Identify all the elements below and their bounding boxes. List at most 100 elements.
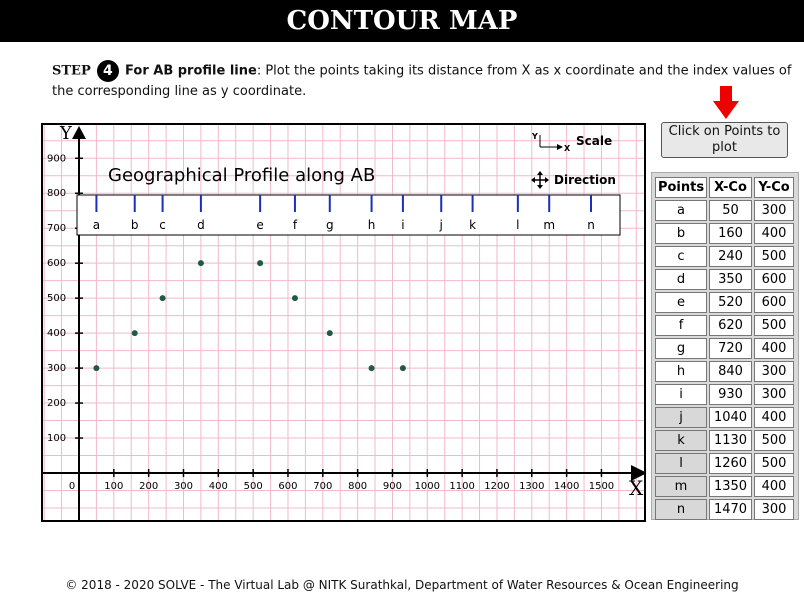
x-tick-label: 700 (313, 481, 332, 492)
y-coordinate-cell: 500 (754, 315, 794, 336)
point-label-cell[interactable]: j (655, 407, 707, 428)
plot-points-button[interactable]: Click on Points to plot (661, 122, 788, 158)
point-label-cell[interactable]: e (655, 292, 707, 313)
point-label-cell[interactable]: c (655, 246, 707, 267)
x-tick-label: 900 (383, 481, 402, 492)
profile-line-label: d (197, 218, 205, 232)
x-tick-label: 1100 (449, 481, 474, 492)
column-header-x: X-Co (709, 177, 752, 198)
x-tick-label: 400 (209, 481, 228, 492)
plotted-point[interactable] (326, 330, 333, 337)
plotted-point[interactable] (197, 260, 204, 267)
x-coordinate-cell: 1470 (709, 499, 752, 520)
y-coordinate-cell: 400 (754, 223, 794, 244)
instruction-text: STEP 4 For AB profile line: Plot the poi… (52, 60, 797, 102)
profile-line-label: l (516, 218, 519, 232)
y-coordinate-cell: 500 (754, 453, 794, 474)
profile-line-label: a (93, 218, 100, 232)
table-row: j 1040 400 (655, 407, 794, 428)
scale-x-letter: X (564, 144, 571, 153)
x-tick-label: 100 (104, 481, 123, 492)
x-coordinate-cell: 930 (709, 384, 752, 405)
x-coordinate-cell: 620 (709, 315, 752, 336)
y-tick-label: 300 (47, 363, 66, 374)
y-coordinate-cell: 600 (754, 292, 794, 313)
profile-plot-canvas[interactable]: X Y 0 100 200 300 400 500 600 700 800 900 1000 1100 12… (43, 125, 644, 520)
profile-line-label: m (543, 218, 555, 232)
table-row: b 160 400 (655, 223, 794, 244)
x-tick-label: 200 (139, 481, 158, 492)
scale-arrow-icon (557, 144, 563, 150)
y-coordinate-cell: 300 (754, 499, 794, 520)
x-coordinate-cell: 240 (709, 246, 752, 267)
column-header-y: Y-Co (754, 177, 794, 198)
x-coordinate-cell: 1130 (709, 430, 752, 451)
point-label-cell[interactable]: a (655, 200, 707, 221)
point-label-cell[interactable]: f (655, 315, 707, 336)
point-label-cell[interactable]: i (655, 384, 707, 405)
table-row: c 240 500 (655, 246, 794, 267)
y-tick-label: 500 (47, 293, 66, 304)
x-coordinate-cell: 50 (709, 200, 752, 221)
profile-plot[interactable]: X Y 0 100 200 300 400 500 600 700 800 900 1000 1100 12… (41, 123, 646, 522)
page-title: CONTOUR MAP (0, 0, 804, 42)
y-coordinate-cell: 300 (754, 361, 794, 382)
scale-label[interactable]: Scale (576, 134, 612, 148)
plotted-point[interactable] (93, 365, 100, 372)
plotted-point[interactable] (131, 330, 138, 337)
point-label-cell[interactable]: g (655, 338, 707, 359)
x-coordinate-cell: 720 (709, 338, 752, 359)
y-tick-label: 200 (47, 398, 66, 409)
x-axis-letter: X (629, 476, 644, 500)
arrow-down-icon (713, 86, 739, 119)
y-coordinate-cell: 400 (754, 407, 794, 428)
x-tick-label: 1200 (484, 481, 509, 492)
move-arrow-icon (545, 177, 549, 183)
table-row: g 720 400 (655, 338, 794, 359)
direction-label[interactable]: Direction (554, 173, 616, 187)
profile-line-label: g (326, 218, 334, 232)
x-tick-label: 1400 (554, 481, 579, 492)
point-label-cell[interactable]: h (655, 361, 707, 382)
x-coordinate-cell: 350 (709, 269, 752, 290)
x-tick-label: 1000 (415, 481, 440, 492)
point-label-cell[interactable]: b (655, 223, 707, 244)
y-tick-label: 800 (47, 188, 66, 199)
table-row: f 620 500 (655, 315, 794, 336)
x-coordinate-cell: 840 (709, 361, 752, 382)
point-label-cell[interactable]: l (655, 453, 707, 474)
y-coordinate-cell: 400 (754, 476, 794, 497)
profile-line-label: i (401, 218, 404, 232)
y-coordinate-cell: 500 (754, 430, 794, 451)
footer-copyright: © 2018 - 2020 SOLVE - The Virtual Lab @ … (65, 578, 739, 592)
plotted-point[interactable] (257, 260, 264, 267)
y-tick-label: 700 (47, 223, 66, 234)
point-label-cell[interactable]: n (655, 499, 707, 520)
profile-line-label: h (368, 218, 376, 232)
x-tick-label: 500 (244, 481, 263, 492)
step-number-badge: 4 (96, 60, 119, 82)
step-label: STEP (52, 63, 91, 79)
plotted-point[interactable] (399, 365, 406, 372)
x-tick-label: 800 (348, 481, 367, 492)
x-coordinate-cell: 1350 (709, 476, 752, 497)
plotted-point[interactable] (291, 295, 298, 302)
point-label-cell[interactable]: m (655, 476, 707, 497)
x-coordinate-cell: 1260 (709, 453, 752, 474)
table-row: k 1130 500 (655, 430, 794, 451)
plotted-point[interactable] (159, 295, 166, 302)
y-coordinate-cell: 600 (754, 269, 794, 290)
profile-line-label: e (256, 218, 263, 232)
x-coordinate-cell: 520 (709, 292, 752, 313)
point-label-cell[interactable]: k (655, 430, 707, 451)
point-label-cell[interactable]: d (655, 269, 707, 290)
y-axis-arrow-icon (72, 126, 86, 139)
y-tick-label: 600 (47, 258, 66, 269)
profile-line-label: c (159, 218, 166, 232)
scale-y-letter: Y (531, 132, 538, 141)
y-tick-label: 100 (47, 433, 66, 444)
y-tick-label: 900 (47, 153, 66, 164)
x-tick-label: 1300 (519, 481, 544, 492)
plotted-point[interactable] (368, 365, 375, 372)
y-coordinate-cell: 500 (754, 246, 794, 267)
